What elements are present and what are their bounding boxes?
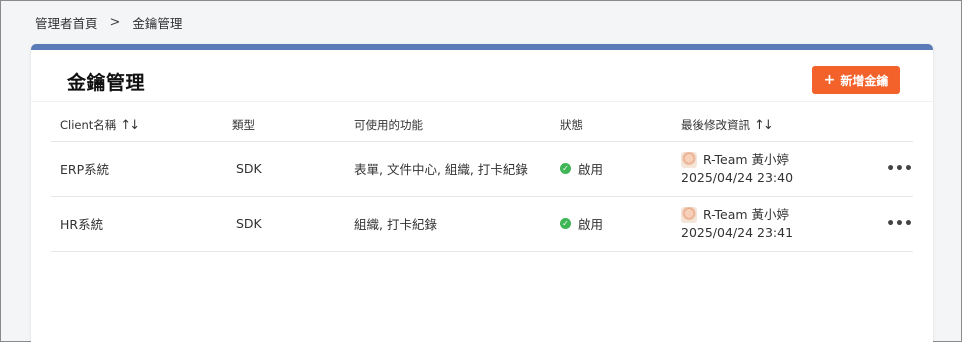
key-management-card: 金鑰管理 + 新增金鑰 Client名稱 ↑↓ 類型 可使用的功能 狀態 最後修改… bbox=[31, 44, 933, 342]
modified-by-name: R-Team 黃小婷 bbox=[703, 151, 790, 167]
header-client[interactable]: Client名稱 ↑↓ bbox=[51, 110, 223, 142]
add-key-button-label: 新增金鑰 bbox=[840, 73, 889, 88]
header-type: 類型 bbox=[223, 110, 345, 142]
avatar bbox=[681, 151, 697, 168]
cell-modified: R-Team 黃小婷 2025/04/24 23:41 bbox=[672, 196, 877, 252]
modified-at: 2025/04/24 23:40 bbox=[681, 169, 794, 185]
header-status-label: 狀態 bbox=[560, 118, 583, 133]
card-header: 金鑰管理 + 新增金鑰 bbox=[31, 50, 933, 102]
cell-status: ✓ 啟用 bbox=[551, 141, 672, 197]
modified-by-name: R-Team 黃小婷 bbox=[703, 206, 790, 222]
page-title: 金鑰管理 bbox=[67, 72, 146, 94]
status-label: 啟用 bbox=[578, 217, 604, 233]
modified-by: R-Team 黃小婷 bbox=[681, 206, 877, 224]
cell-functions: 表單, 文件中心, 組織, 打卡紀錄 bbox=[345, 141, 551, 197]
breadcrumb-home[interactable]: 管理者首頁 bbox=[35, 13, 98, 32]
header-functions: 可使用的功能 bbox=[345, 110, 551, 142]
cell-functions: 組織, 打卡紀錄 bbox=[345, 196, 551, 252]
cell-type: SDK bbox=[223, 196, 345, 252]
breadcrumb-separator: > bbox=[109, 15, 121, 30]
cell-type: SDK bbox=[223, 141, 345, 197]
header-modified[interactable]: 最後修改資訊 ↑↓ bbox=[672, 110, 877, 142]
cell-client: ERP系統 bbox=[51, 141, 223, 197]
table-header-row: Client名稱 ↑↓ 類型 可使用的功能 狀態 最後修改資訊 ↑↓ bbox=[51, 110, 913, 142]
more-options-icon[interactable]: ••• bbox=[877, 196, 913, 252]
avatar bbox=[681, 206, 697, 223]
plus-icon: + bbox=[823, 72, 836, 88]
cell-status: ✓ 啟用 bbox=[551, 196, 672, 252]
header-type-label: 類型 bbox=[232, 118, 255, 133]
header-client-label: Client名稱 bbox=[60, 118, 117, 133]
sort-icon[interactable]: ↑↓ bbox=[754, 118, 774, 133]
keys-table: Client名稱 ↑↓ 類型 可使用的功能 狀態 最後修改資訊 ↑↓ ERP系統 S… bbox=[51, 110, 913, 252]
status-badge: ✓ 啟用 bbox=[560, 214, 603, 233]
table-row[interactable]: HR系統 SDK 組織, 打卡紀錄 ✓ 啟用 R-Team 黃小婷 2025/0… bbox=[51, 196, 913, 252]
more-options-icon[interactable]: ••• bbox=[877, 141, 913, 197]
check-circle-icon: ✓ bbox=[560, 163, 571, 175]
cell-modified: R-Team 黃小婷 2025/04/24 23:40 bbox=[672, 141, 877, 197]
breadcrumb-current: 金鑰管理 bbox=[132, 16, 183, 31]
header-modified-label: 最後修改資訊 bbox=[681, 118, 750, 133]
add-key-button[interactable]: + 新增金鑰 bbox=[812, 66, 900, 94]
modified-at: 2025/04/24 23:41 bbox=[681, 224, 794, 240]
table-row[interactable]: ERP系統 SDK 表單, 文件中心, 組織, 打卡紀錄 ✓ 啟用 R-Team… bbox=[51, 141, 913, 197]
header-functions-label: 可使用的功能 bbox=[354, 118, 423, 133]
check-circle-icon: ✓ bbox=[560, 218, 571, 230]
status-badge: ✓ 啟用 bbox=[560, 159, 603, 178]
header-status: 狀態 bbox=[551, 110, 672, 142]
sort-icon[interactable]: ↑↓ bbox=[120, 118, 140, 133]
header-actions bbox=[877, 110, 913, 142]
cell-client: HR系統 bbox=[51, 196, 223, 252]
modified-by: R-Team 黃小婷 bbox=[681, 151, 877, 169]
status-label: 啟用 bbox=[578, 162, 604, 178]
breadcrumb: 管理者首頁 > 金鑰管理 bbox=[35, 13, 182, 32]
